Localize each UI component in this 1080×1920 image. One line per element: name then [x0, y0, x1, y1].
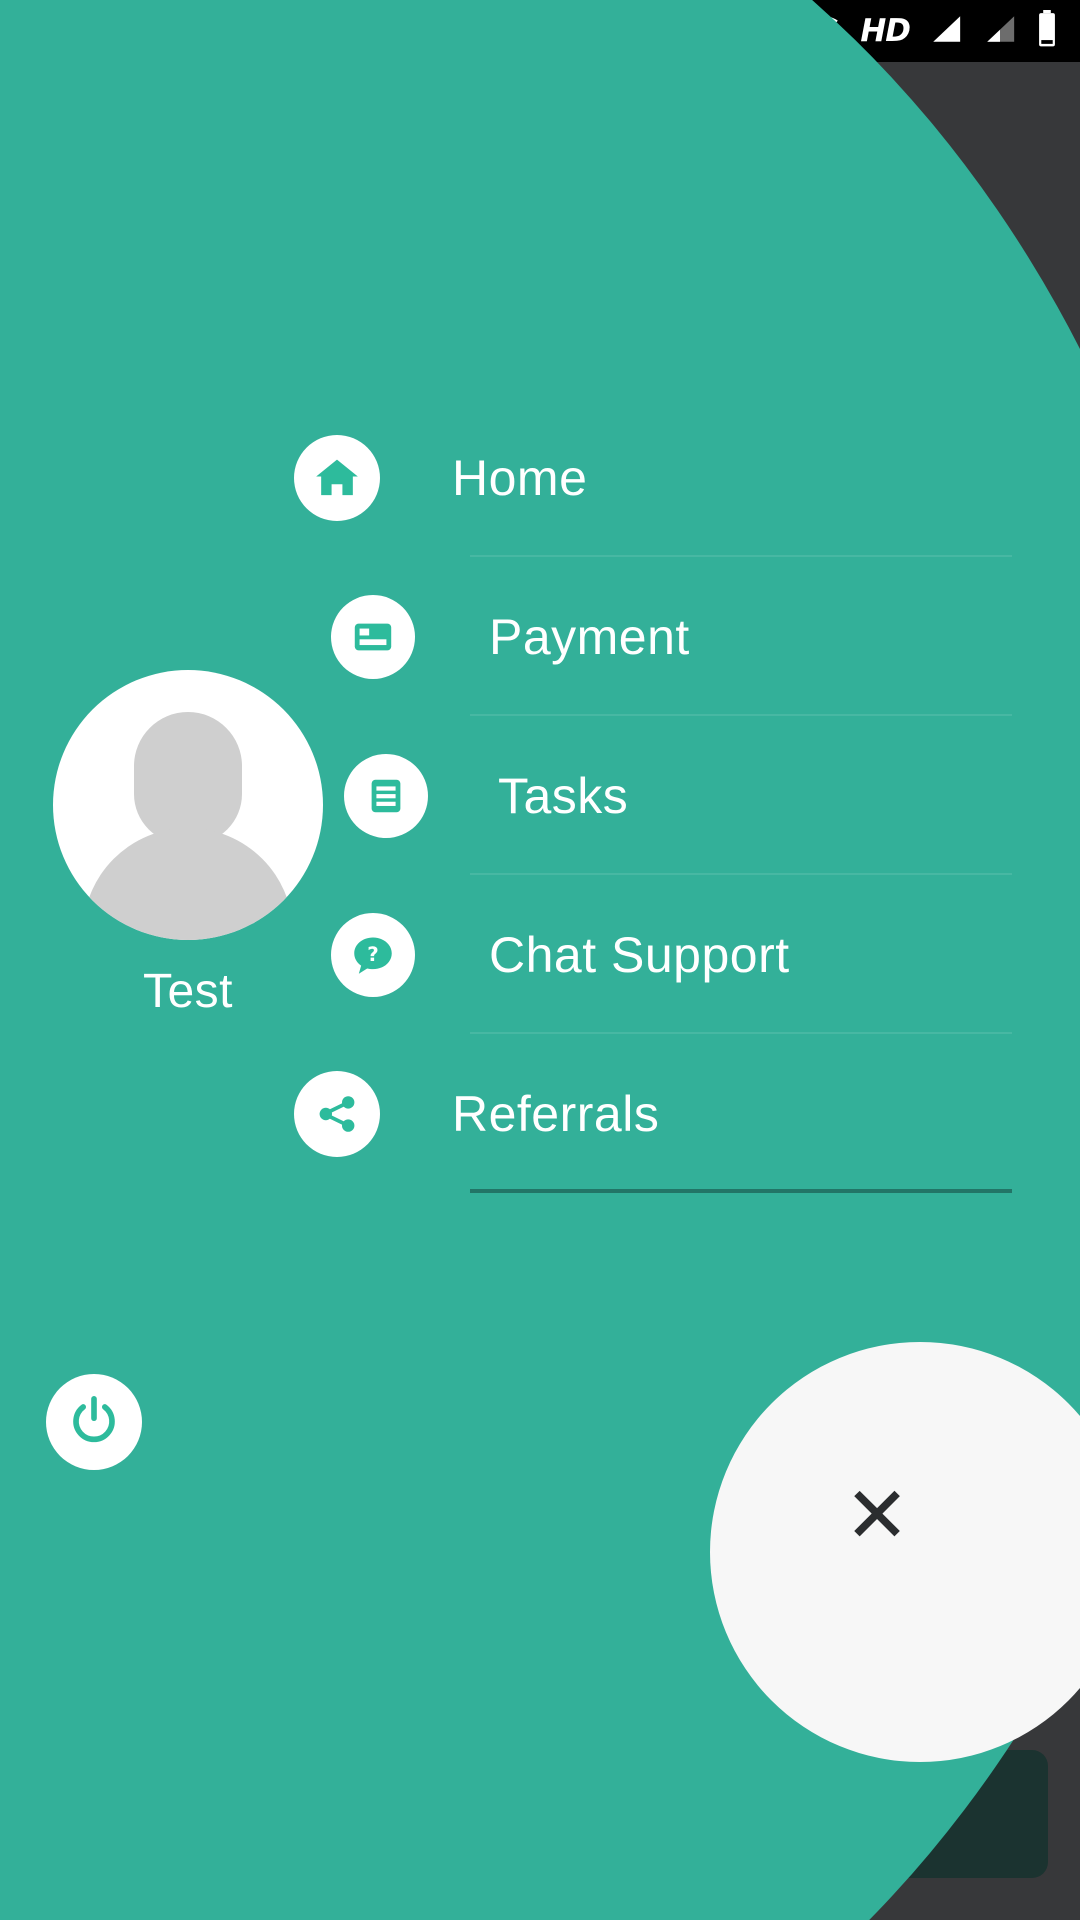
status-bar-right-icons: HD	[662, 9, 1080, 53]
page-title: Details	[458, 108, 622, 166]
menu-item-payment[interactable]: Payment	[0, 557, 1080, 716]
svg-text:W: W	[193, 17, 223, 48]
hd-indicator: HD	[860, 13, 911, 49]
menu-item-payment-label: Payment	[489, 608, 690, 665]
pickup-details-label: PickUp Details	[168, 331, 448, 380]
location-pin-icon	[736, 9, 768, 53]
proceed-to-pay-label: Proceed to Pay	[369, 1786, 711, 1842]
menu-item-chat-support[interactable]: ? Chat Support	[0, 875, 1080, 1034]
power-icon	[67, 1393, 121, 1452]
signal-icon-1	[928, 12, 964, 51]
phone-screen: 4:58 W HD Details PickUp Details Deliver…	[0, 0, 1080, 1920]
svg-text:?: ?	[367, 942, 378, 965]
menu-item-tasks-label: Tasks	[498, 767, 629, 824]
home-icon	[294, 434, 380, 521]
power-logout-button[interactable]	[46, 1374, 142, 1470]
share-icon	[294, 1070, 380, 1157]
menu-item-chat-support-label: Chat Support	[489, 926, 790, 983]
status-bar-clock: 4:58	[24, 9, 108, 53]
email-field-label: Email	[62, 1196, 145, 1233]
email-field-value: jay@gmail.com	[62, 1248, 371, 1299]
wifi-icon	[786, 12, 842, 51]
app-bar: Details	[0, 62, 1080, 212]
status-bar: 4:58 W HD	[0, 0, 1080, 62]
email-field[interactable]: Email jay@gmail.com	[62, 1196, 962, 1317]
credit-card-icon	[331, 594, 415, 679]
menu-divider	[470, 1189, 1012, 1193]
menu-item-home-label: Home	[452, 449, 588, 506]
menu-item-referrals[interactable]: Referrals	[0, 1034, 1080, 1193]
app-glyph-icon	[133, 12, 167, 50]
location-pin-icon	[88, 328, 130, 384]
drawer-menu: Home Payment Tasks ? Chat Support Referr…	[0, 398, 1080, 1193]
chat-question-icon: ?	[331, 912, 415, 997]
menu-item-home[interactable]: Home	[0, 398, 1080, 557]
signal-icon-2	[982, 12, 1018, 51]
battery-icon	[1036, 9, 1058, 53]
w-app-icon: W	[193, 14, 229, 48]
list-document-icon	[344, 753, 428, 838]
menu-item-referrals-label: Referrals	[452, 1085, 660, 1142]
close-icon: ✕	[844, 1471, 910, 1559]
menu-item-tasks[interactable]: Tasks	[0, 716, 1080, 875]
alarm-icon	[680, 10, 718, 53]
proceed-to-pay-button[interactable]: Proceed to Pay	[32, 1750, 1048, 1878]
field-underline	[62, 1314, 962, 1317]
